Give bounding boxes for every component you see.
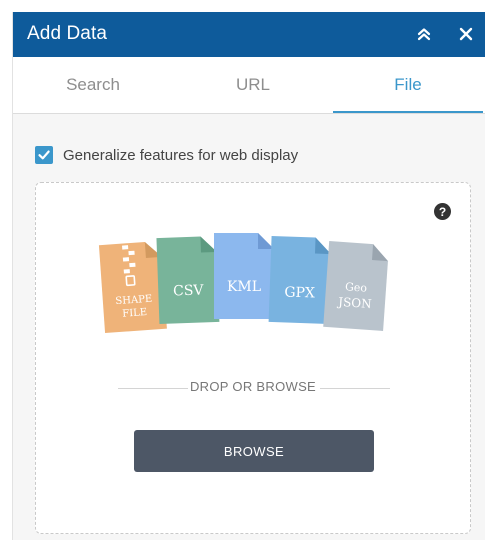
file-type-label-gpx: GPX xyxy=(284,284,315,301)
panel-title: Add Data xyxy=(27,23,108,44)
browse-button[interactable]: BROWSE xyxy=(134,430,374,472)
file-tab-content: Generalize features for web display ? SH… xyxy=(13,114,485,540)
drop-or-browse-text: DROP OR BROWSE xyxy=(189,379,317,394)
csv-file-icon: CSV xyxy=(156,236,220,325)
file-drop-zone[interactable]: ? SHAPE FILE CSV KML GPX Geo JSON DROP O… xyxy=(35,182,471,534)
file-type-label-json: JSON xyxy=(336,295,372,311)
tab-bar: Search URL File xyxy=(13,57,485,113)
zip-file-icon: SHAPE FILE xyxy=(98,241,167,333)
collapse-button[interactable] xyxy=(411,20,437,48)
close-icon xyxy=(459,27,473,41)
tab-search[interactable]: Search xyxy=(18,57,168,113)
kml-file-icon: KML xyxy=(214,233,274,319)
double-chevron-up-icon xyxy=(417,28,431,41)
checkmark-icon xyxy=(38,150,50,160)
close-button[interactable] xyxy=(453,20,479,48)
file-types-illustration: SHAPE FILE CSV KML GPX Geo JSON xyxy=(98,233,388,333)
divider-right xyxy=(320,388,390,389)
add-data-panel: Add Data Search URL File Generalize feat… xyxy=(12,12,485,540)
panel-header: Add Data xyxy=(13,12,485,57)
file-type-label-file: FILE xyxy=(122,307,148,320)
geojson-file-icon: Geo JSON xyxy=(323,241,388,331)
generalize-option[interactable]: Generalize features for web display xyxy=(35,146,298,164)
generalize-label: Generalize features for web display xyxy=(63,146,299,164)
tab-file[interactable]: File xyxy=(333,57,483,113)
gpx-file-icon: GPX xyxy=(268,235,331,325)
file-type-label-geo: Geo xyxy=(345,280,368,295)
tab-url[interactable]: URL xyxy=(178,57,328,113)
generalize-checkbox[interactable] xyxy=(35,146,53,164)
question-circle-icon: ? xyxy=(438,204,447,219)
file-type-label-kml: KML xyxy=(227,279,261,295)
file-type-label-csv: CSV xyxy=(173,282,205,299)
help-button[interactable]: ? xyxy=(434,203,451,220)
